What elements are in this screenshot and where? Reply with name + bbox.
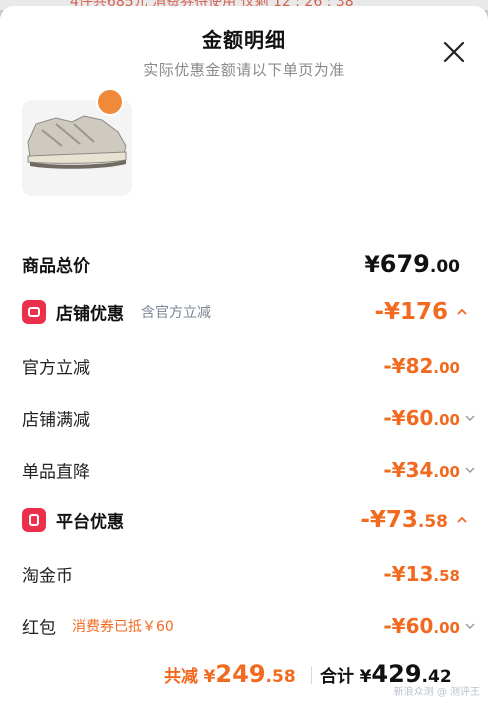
total-saved-label: 共减 (164, 667, 198, 687)
item-price-drop-int: -¥34 (383, 458, 434, 482)
total-price-row: 商品总价 ¥679.00 (0, 246, 488, 282)
platform-icon (22, 508, 46, 532)
footer-divider (311, 666, 312, 684)
chevron-up-icon[interactable] (456, 514, 468, 526)
total-saved-currency: ¥ (203, 667, 216, 687)
store-discount-label: 店铺优惠 (56, 304, 124, 325)
red-packet-label: 红包 (22, 618, 56, 639)
sheet-subtitle: 实际优惠金额请以下单页为准 (143, 61, 345, 79)
official-discount-int: -¥82 (383, 354, 434, 378)
official-discount-dec: .00 (433, 359, 460, 377)
total-saved: 共减 ¥249.58 (164, 660, 296, 688)
store-icon (22, 300, 46, 324)
red-packet-note: 消费券已抵￥60 (72, 619, 174, 635)
official-discount-amount: -¥82.00 (383, 354, 460, 378)
grand-total-label: 合计 (320, 667, 354, 687)
chevron-up-icon[interactable] (456, 306, 468, 318)
total-price-amount: ¥679.00 (364, 250, 460, 278)
list-item: 官方立减 -¥82.00 (0, 348, 488, 384)
red-packet-amount: -¥60.00 (383, 614, 460, 638)
store-discount-note: 含官方立减 (141, 305, 211, 321)
chevron-down-icon[interactable] (464, 412, 476, 424)
total-price-label: 商品总价 (22, 256, 90, 277)
list-item: 淘金币 -¥13.58 (0, 556, 488, 592)
total-price-int: 679 (379, 250, 430, 278)
list-item[interactable]: 单品直降 -¥34.00 (0, 452, 488, 488)
store-discount-amount: -¥176 (374, 299, 448, 325)
item-price-drop-amount: -¥34.00 (383, 458, 460, 482)
store-full-reduction-int: -¥60 (383, 406, 434, 430)
store-discount-row[interactable]: 店铺优惠 含官方立减 -¥176 (0, 294, 488, 330)
list-item[interactable]: 店铺满减 -¥60.00 (0, 400, 488, 436)
total-saved-dec: .58 (265, 667, 296, 687)
close-icon[interactable] (442, 40, 466, 64)
taojinbi-dec: .58 (433, 567, 460, 585)
total-saved-int: 249 (215, 660, 266, 688)
list-item[interactable]: 红包 消费券已抵￥60 -¥60.00 (0, 608, 488, 644)
platform-discount-label: 平台优惠 (56, 512, 124, 533)
chevron-down-icon[interactable] (464, 620, 476, 632)
red-packet-dec: .00 (433, 619, 460, 637)
platform-discount-int: -¥73 (360, 507, 418, 533)
platform-discount-row[interactable]: 平台优惠 -¥73.58 (0, 502, 488, 538)
platform-discount-dec: .58 (417, 512, 448, 532)
product-badge (96, 88, 124, 116)
official-discount-label: 官方立减 (22, 358, 90, 379)
watermark: 新浪众测 @ 测评王 (393, 687, 480, 698)
store-full-reduction-amount: -¥60.00 (383, 406, 460, 430)
chevron-down-icon[interactable] (464, 464, 476, 476)
store-full-reduction-dec: .00 (433, 411, 460, 429)
red-packet-int: -¥60 (383, 614, 434, 638)
item-price-drop-label: 单品直降 (22, 462, 90, 483)
taojinbi-int: -¥13 (383, 562, 434, 586)
item-price-drop-dec: .00 (433, 463, 460, 481)
store-full-reduction-label: 店铺满减 (22, 410, 90, 431)
platform-discount-amount: -¥73.58 (360, 507, 448, 533)
taojinbi-label: 淘金币 (22, 566, 73, 587)
sheet-title: 金额明细 (202, 28, 286, 52)
taojinbi-amount: -¥13.58 (383, 562, 460, 586)
sheet-header: 金额明细 实际优惠金额请以下单页为准 (0, 24, 488, 80)
total-price-currency: ¥ (364, 253, 380, 278)
grand-total-currency: ¥ (359, 667, 372, 687)
total-price-dec: .00 (429, 257, 460, 277)
